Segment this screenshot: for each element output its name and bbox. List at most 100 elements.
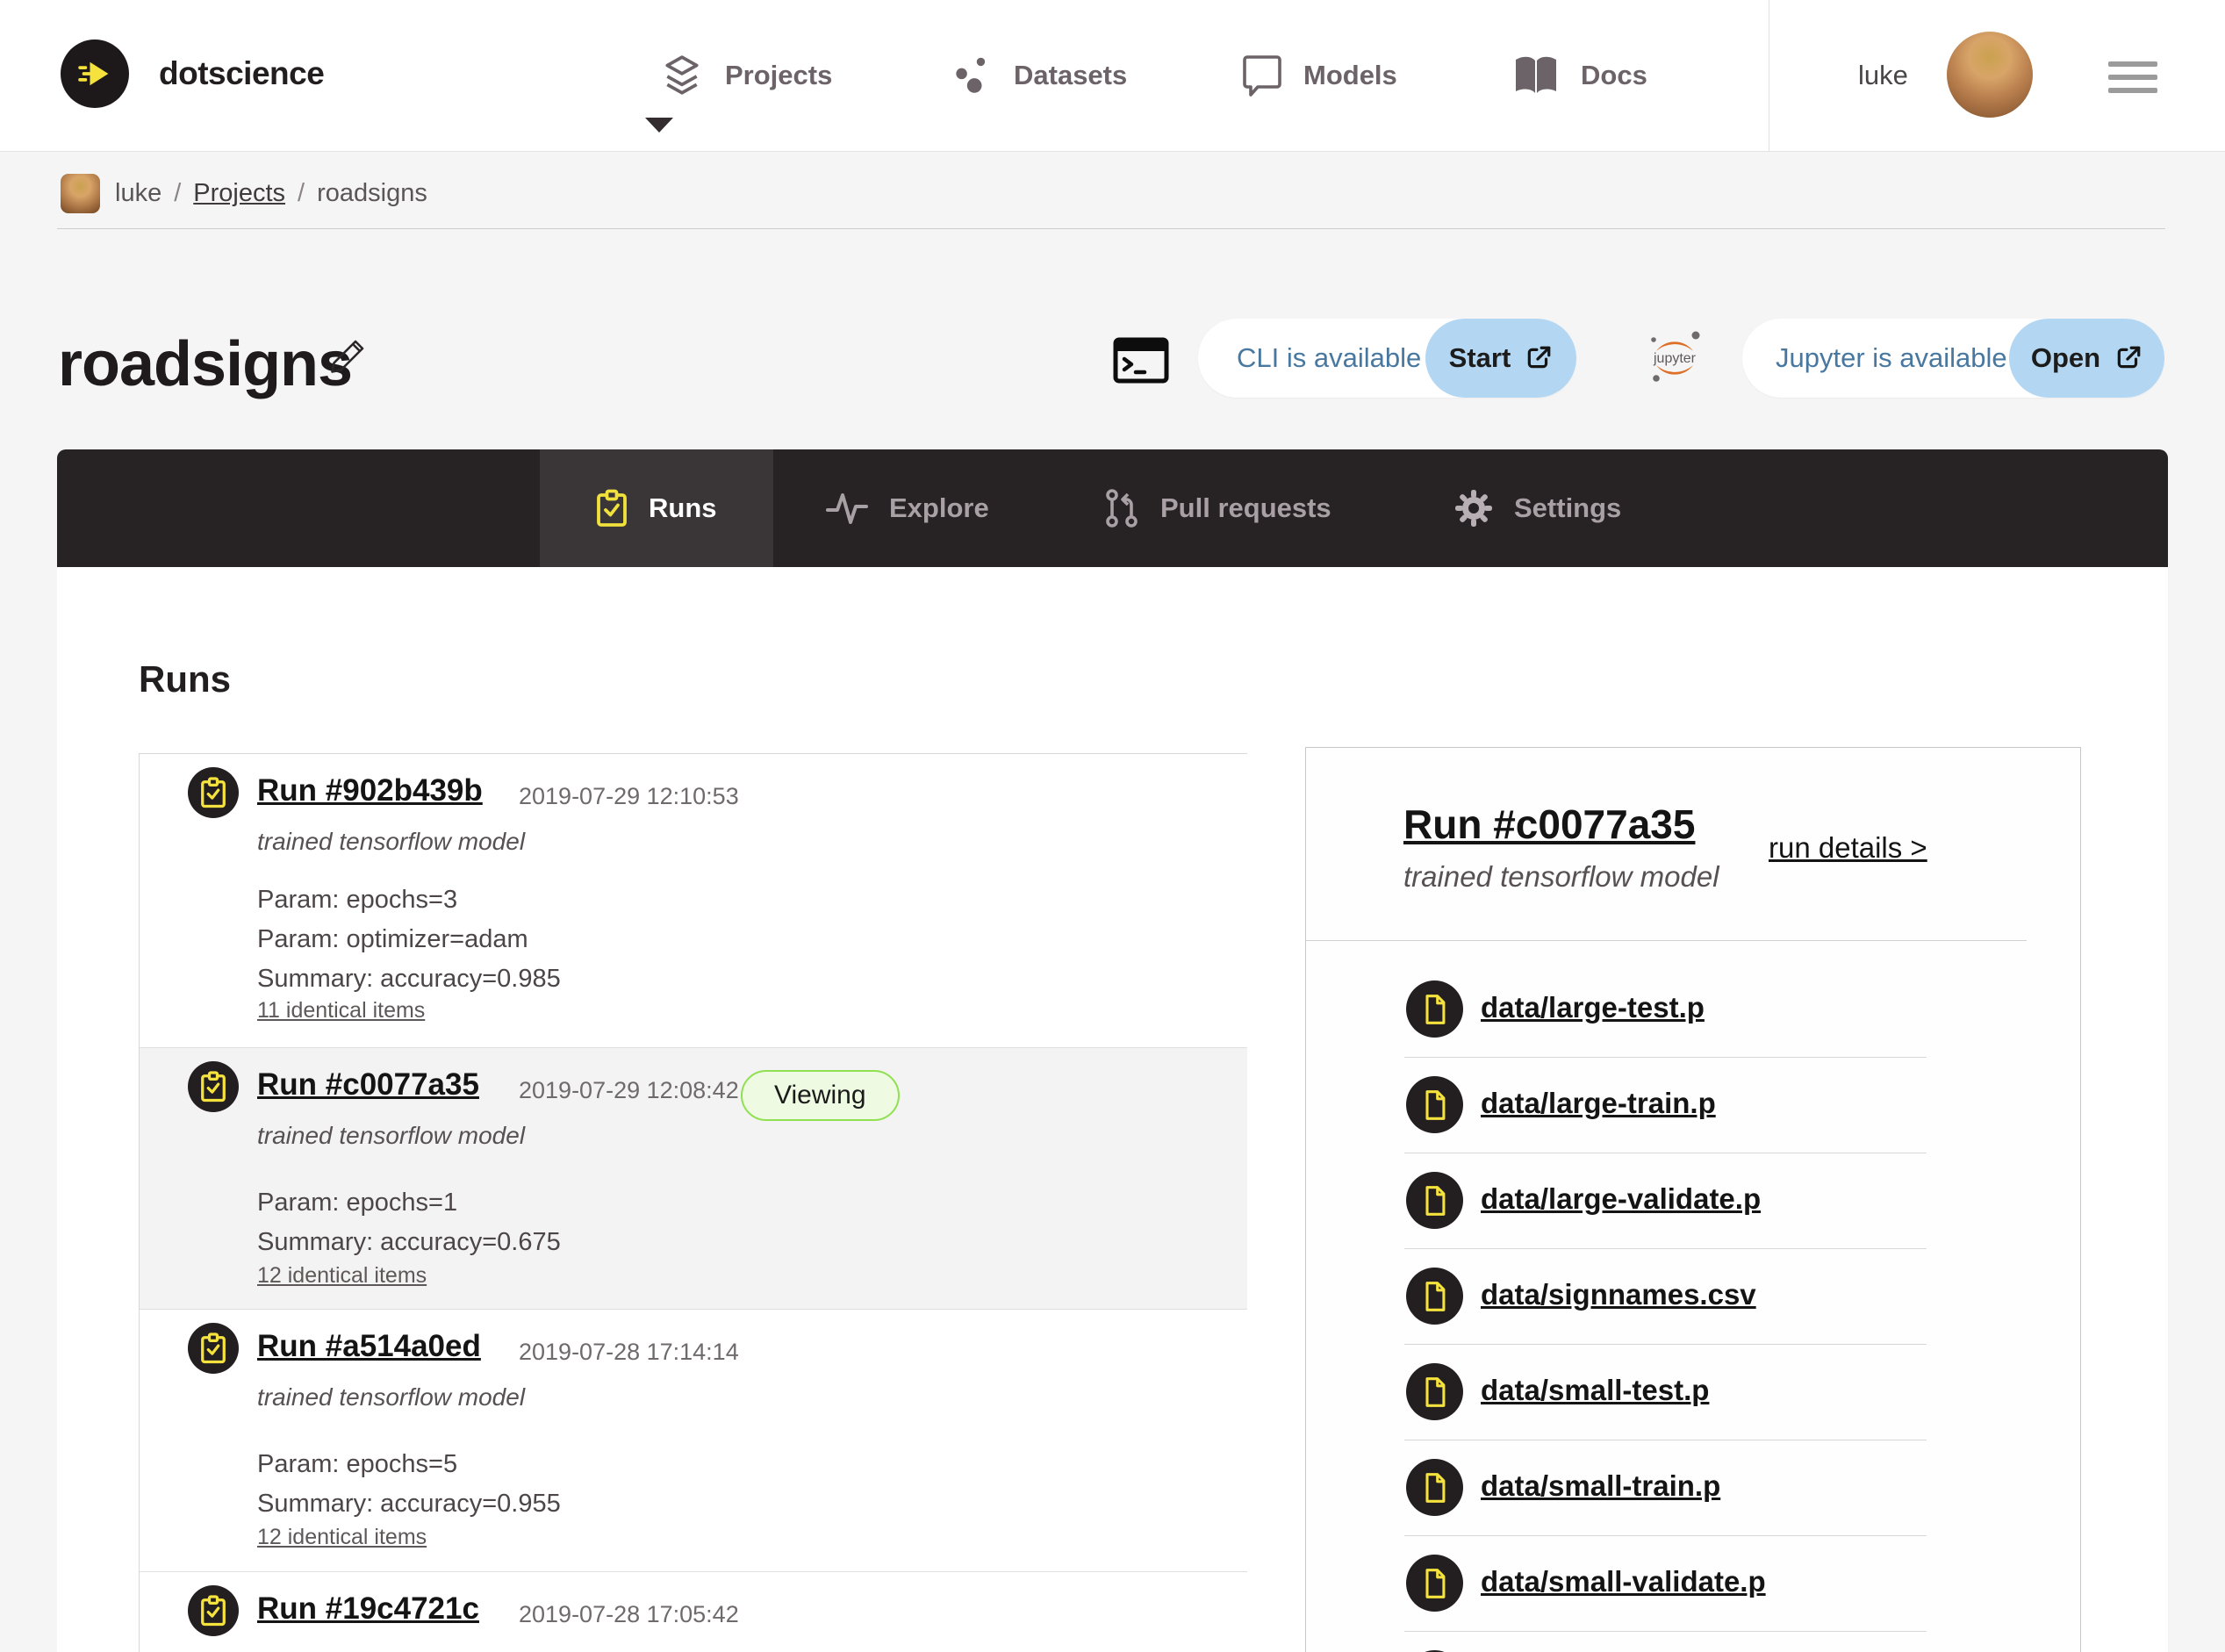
run-details-link[interactable]: run details > (1769, 831, 1927, 865)
gear-icon (1454, 489, 1493, 528)
top-header: dotscience Projects Datasets Models (0, 0, 2225, 152)
jupyter-logo-text: jupyter (1653, 351, 1697, 366)
file-divider (1404, 1344, 1927, 1345)
runs-heading: Runs (139, 658, 231, 700)
run-timestamp: 2019-07-28 17:14:14 (519, 1339, 739, 1366)
run-row-selected[interactable]: Run #c0077a35 2019-07-29 12:08:42 Viewin… (140, 1048, 1247, 1310)
nav-projects[interactable]: Projects (660, 0, 832, 151)
dotscience-logo[interactable] (61, 40, 129, 108)
menu-hamburger-icon[interactable] (2108, 61, 2157, 93)
file-divider (1404, 1248, 1927, 1249)
run-row[interactable]: Run #19c4721c 2019-07-28 17:05:42 (140, 1572, 1247, 1652)
file-icon (1406, 980, 1463, 1038)
run-link[interactable]: Run #c0077a35 (257, 1067, 479, 1103)
breadcrumb: luke / Projects / roadsigns (115, 179, 427, 208)
detail-divider (1306, 940, 2027, 941)
file-row[interactable]: data/small-validate.p (1306, 748, 2080, 836)
nav-docs-label: Docs (1581, 60, 1647, 91)
identical-items-link[interactable]: 12 identical items (257, 1263, 427, 1289)
tab-runs[interactable]: Runs (596, 449, 717, 567)
nav-models[interactable]: Models (1242, 0, 1397, 151)
cli-terminal-icon (1113, 337, 1169, 384)
file-link[interactable]: data/large-test.p (1481, 991, 1705, 1024)
file-link[interactable]: data/large-validate.p (1481, 1182, 1761, 1216)
external-link-icon (1525, 344, 1553, 372)
run-timestamp: 2019-07-29 12:08:42 (519, 1077, 739, 1104)
run-timestamp: 2019-07-29 12:10:53 (519, 783, 739, 810)
cli-start-button[interactable]: Start (1425, 319, 1576, 398)
jupyter-open-button[interactable]: Open (2009, 319, 2164, 398)
run-param: Param: epochs=5 (257, 1450, 457, 1479)
tab-pull-requests[interactable]: Pull requests (1104, 449, 1331, 567)
active-tab-pointer (645, 118, 673, 133)
page-title: roadsigns (58, 328, 352, 400)
tab-explore-label: Explore (889, 492, 989, 524)
file-divider (1404, 1535, 1927, 1536)
edit-pencil-icon[interactable] (327, 335, 369, 377)
file-divider (1404, 1057, 1927, 1058)
file-icon (1406, 1555, 1463, 1612)
user-name: luke (1858, 0, 1908, 151)
run-link[interactable]: Run #19c4721c (257, 1591, 479, 1627)
run-row[interactable]: Run #a514a0ed 2019-07-28 17:14:14 traine… (140, 1310, 1247, 1572)
cli-status: CLI is available (1237, 319, 1421, 398)
file-link[interactable]: data/large-train.p (1481, 1087, 1716, 1120)
run-detail-panel: Run #c0077a35 run details > trained tens… (1305, 747, 2081, 1652)
jupyter-open-label: Open (2031, 342, 2100, 374)
run-timestamp: 2019-07-28 17:05:42 (519, 1601, 739, 1628)
tab-settings[interactable]: Settings (1454, 449, 1621, 567)
run-param: Param: epochs=3 (257, 886, 457, 915)
jupyter-logo: jupyter (1645, 327, 1705, 386)
file-link[interactable]: data/signnames.csv (1481, 1278, 1756, 1311)
run-clipboard-icon (188, 1585, 239, 1636)
tab-runs-label: Runs (649, 492, 717, 524)
breadcrumb-user[interactable]: luke (115, 179, 161, 208)
run-list: Run #902b439b 2019-07-29 12:10:53 traine… (139, 753, 1247, 1652)
file-icon (1406, 1268, 1463, 1325)
file-link[interactable]: data/small-train.p (1481, 1469, 1720, 1503)
file-link[interactable]: data/small-test.p (1481, 1374, 1709, 1407)
cli-pill: CLI is available Start (1198, 319, 1576, 398)
jupyter-status: Jupyter is available (1776, 319, 2007, 398)
run-description: trained tensorflow model (257, 1122, 525, 1150)
dotscience-app: dotscience Projects Datasets Models (0, 0, 2225, 1652)
viewing-badge: Viewing (741, 1070, 900, 1121)
project-tabbar: Runs Explore Pull requests (57, 449, 2168, 567)
run-param: Param: epochs=1 (257, 1189, 457, 1217)
file-icon (1406, 1076, 1463, 1133)
file-icon (1406, 1363, 1463, 1420)
breadcrumb-separator: / (174, 179, 181, 208)
run-clipboard-icon (188, 1061, 239, 1112)
user-avatar[interactable] (1947, 32, 2033, 118)
breadcrumb-avatar[interactable] (61, 174, 100, 213)
main-content: Runs Run #902b439b 2019-07-29 12:10:53 t… (57, 567, 2168, 1652)
run-summary: Summary: accuracy=0.675 (257, 1228, 561, 1257)
tab-explore[interactable]: Explore (826, 449, 989, 567)
breadcrumb-projects-link[interactable]: Projects (193, 179, 285, 208)
clipboard-icon (596, 489, 628, 528)
breadcrumb-separator: / (298, 179, 305, 208)
run-row[interactable]: Run #902b439b 2019-07-29 12:10:53 traine… (140, 754, 1247, 1048)
nav-projects-label: Projects (725, 60, 832, 91)
nav-docs[interactable]: Docs (1512, 0, 1647, 151)
arrow-logo-icon (75, 54, 114, 93)
scatter-dots-icon (949, 54, 993, 97)
run-link[interactable]: Run #902b439b (257, 773, 483, 808)
identical-items-link[interactable]: 12 identical items (257, 1525, 427, 1550)
breadcrumb-rule (57, 228, 2165, 229)
identical-items-link[interactable]: 11 identical items (257, 998, 425, 1024)
pull-request-icon (1104, 488, 1139, 528)
file-link[interactable]: data/small-validate.p (1481, 1565, 1766, 1598)
tab-settings-label: Settings (1514, 492, 1621, 524)
file-icon (1406, 1459, 1463, 1516)
breadcrumb-project: roadsigns (317, 179, 427, 208)
nav-datasets[interactable]: Datasets (949, 0, 1127, 151)
run-summary: Summary: accuracy=0.955 (257, 1490, 561, 1519)
tab-pull-requests-label: Pull requests (1160, 492, 1331, 524)
nav-datasets-label: Datasets (1014, 60, 1127, 91)
run-description: trained tensorflow model (257, 828, 525, 856)
file-divider (1404, 1631, 1927, 1632)
external-link-icon (2114, 344, 2142, 372)
brand-name: dotscience (159, 55, 324, 92)
run-link[interactable]: Run #a514a0ed (257, 1329, 481, 1364)
